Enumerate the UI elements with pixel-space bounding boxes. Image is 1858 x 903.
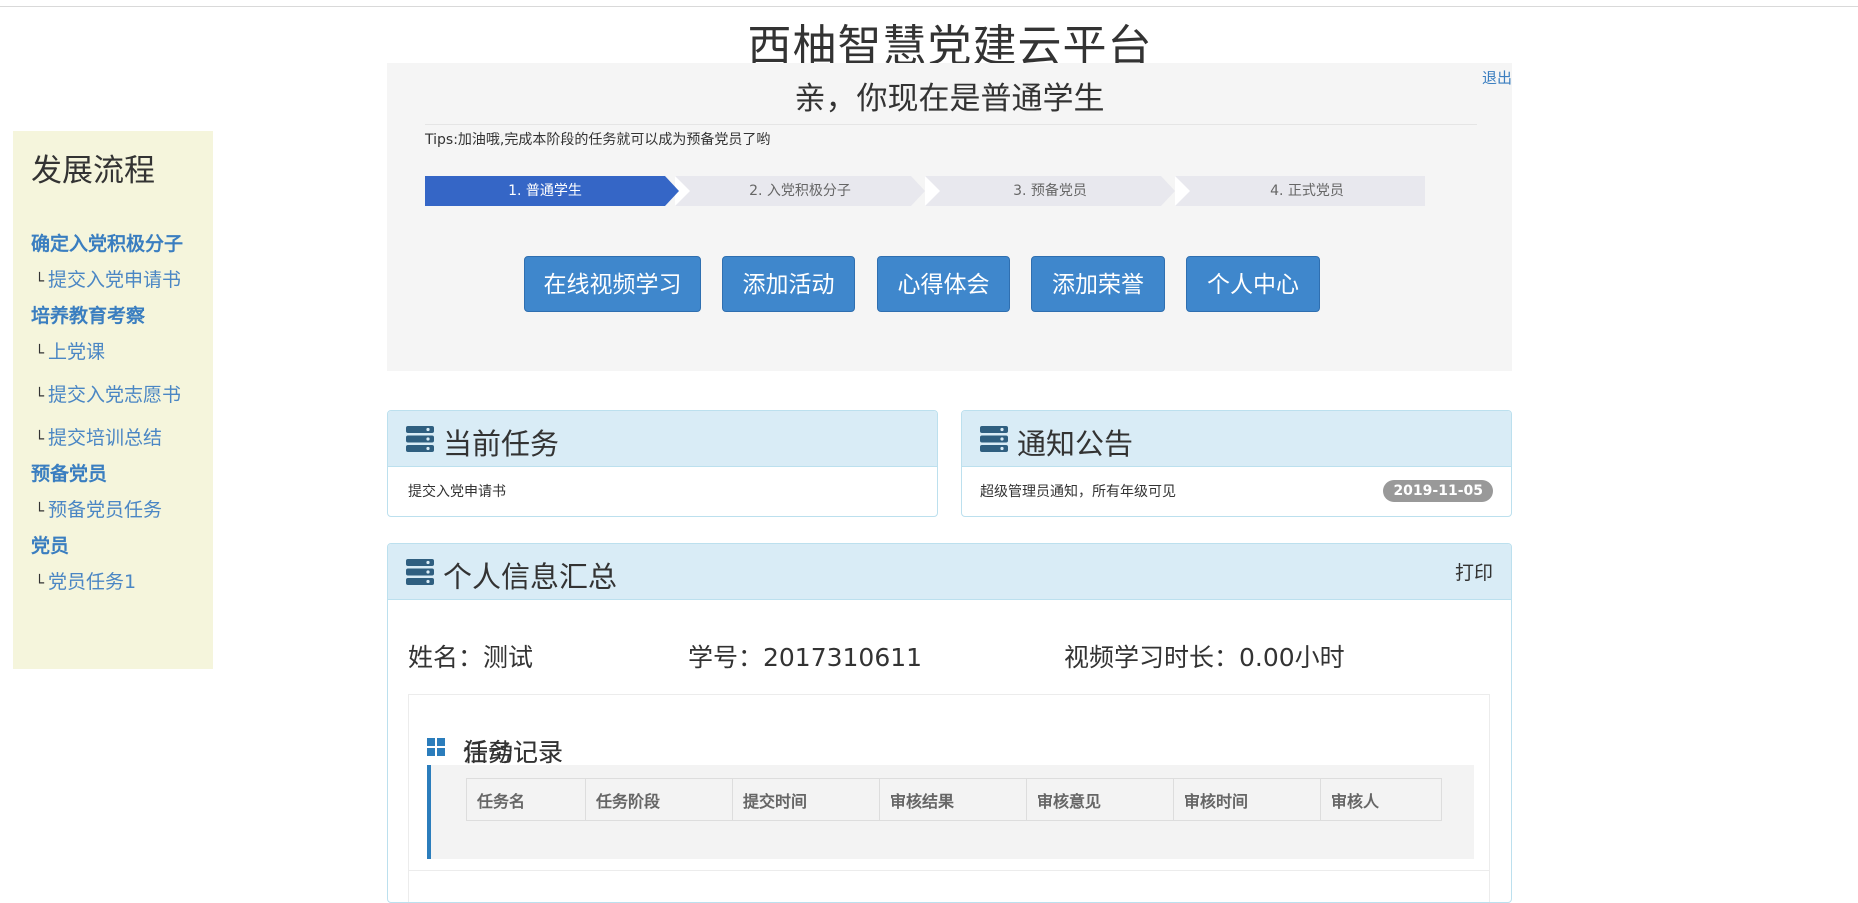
sidebar-stage-member[interactable]: 党员 (31, 532, 195, 561)
list-server-icon (406, 425, 434, 457)
table-header-cell: 提交时间 (732, 778, 880, 821)
task-record-box: 任务名 任务阶段 提交时间 审核结果 审核意见 审核时间 审核人 (427, 765, 1474, 859)
sidebar-stage-probationary[interactable]: 预备党员 (31, 460, 195, 489)
activity-record-title: 活动记录 (463, 738, 564, 767)
student-id: 学号：2017310611 (688, 643, 923, 672)
sidebar-item-label: 提交入党志愿书 (48, 384, 182, 406)
sidebar-item-member-task[interactable]: └ 党员任务1 (31, 561, 195, 604)
corner-icon: └ (35, 344, 45, 362)
records-section: 任务记录 任务名 任务阶段 提交时间 审核结果 审核意见 审核时间 审核人 活动… (408, 694, 1490, 902)
add-activity-button[interactable]: 添加活动 (722, 256, 855, 312)
sidebar-item-party-class[interactable]: └ 上党课 (31, 331, 195, 374)
panel-header: 通知公告 (962, 411, 1511, 467)
sidebar-title: 发展流程 (31, 153, 155, 189)
panel-title: 通知公告 (1017, 427, 1134, 461)
step-activist: 2. 入党积极分子 (675, 176, 925, 206)
personal-center-button[interactable]: 个人中心 (1186, 256, 1320, 312)
print-button[interactable]: 打印 (1455, 558, 1493, 585)
online-video-button[interactable]: 在线视频学习 (524, 256, 701, 312)
sidebar-item-volunteer-letter[interactable]: └ 提交入党志愿书 (31, 374, 195, 417)
list-server-icon (406, 558, 434, 590)
step-probationary: 3. 预备党员 (925, 176, 1175, 206)
panel-header: 当前任务 (388, 411, 937, 467)
top-divider (0, 6, 1858, 7)
development-process-sidebar: 发展流程 确定入党积极分子 └ 提交入党申请书 培养教育考察 └ 上党课 └ 提交入党… (13, 131, 213, 669)
current-task-item[interactable]: 提交入党申请书 (408, 481, 506, 501)
sidebar-item-label: 党员任务1 (48, 571, 137, 593)
grid-icon (427, 733, 445, 762)
sidebar-item-submit-application[interactable]: └ 提交入党申请书 (31, 259, 195, 302)
table-header-row: 任务名 任务阶段 提交时间 审核结果 审核意见 审核时间 审核人 (466, 778, 1442, 821)
panel-title: 个人信息汇总 (443, 560, 618, 594)
corner-icon: └ (35, 574, 45, 592)
notice-panel: 通知公告 超级管理员通知，所有年级可见 2019-11-05 (961, 410, 1512, 517)
step-normal-student: 1. 普通学生 (425, 176, 679, 206)
personal-summary-panel: 个人信息汇总 打印 姓名：测试 学号：2017310611 视频学习时长：0.0… (387, 543, 1512, 903)
student-name: 姓名：测试 (408, 643, 534, 672)
task-record-table: 任务名 任务阶段 提交时间 审核结果 审核意见 审核时间 审核人 (466, 778, 1442, 821)
sidebar-item-label: 预备党员任务 (48, 499, 163, 521)
corner-icon: └ (35, 272, 45, 290)
records-divider (409, 870, 1489, 871)
video-duration: 视频学习时长：0.00小时 (1064, 643, 1345, 672)
panel-header: 个人信息汇总 打印 (388, 544, 1511, 600)
sidebar-item-probationary-task[interactable]: └ 预备党员任务 (31, 489, 195, 532)
table-header-cell: 审核人 (1320, 778, 1442, 821)
add-honor-button[interactable]: 添加荣誉 (1031, 256, 1165, 312)
progress-steps: 1. 普通学生 2. 入党积极分子 3. 预备党员 4. 正式党员 (425, 176, 1425, 206)
reflection-button[interactable]: 心得体会 (877, 256, 1010, 312)
banner-divider (425, 124, 1477, 125)
corner-icon: └ (35, 502, 45, 520)
table-header-cell: 任务名 (466, 778, 586, 821)
table-header-cell: 任务阶段 (585, 778, 733, 821)
notice-item[interactable]: 超级管理员通知，所有年级可见 (980, 481, 1176, 501)
date-badge: 2019-11-05 (1383, 480, 1493, 502)
sidebar-item-label: 提交入党申请书 (48, 269, 182, 291)
sidebar-item-label: 上党课 (48, 341, 106, 363)
list-server-icon (980, 425, 1008, 457)
table-header-cell: 审核时间 (1173, 778, 1321, 821)
sidebar-item-label: 提交培训总结 (48, 427, 163, 449)
sidebar-stage-training[interactable]: 培养教育考察 (31, 302, 195, 331)
panel-title: 当前任务 (443, 427, 560, 461)
step-separator (1175, 176, 1190, 206)
step-separator (925, 176, 940, 206)
tips-text: Tips:加油哦,完成本阶段的任务就可以成为预备党员了哟 (425, 132, 771, 148)
corner-icon: └ (35, 430, 45, 448)
table-header-cell: 审核意见 (1026, 778, 1174, 821)
corner-icon: └ (35, 387, 45, 405)
sidebar-stage-activist[interactable]: 确定入党积极分子 (31, 230, 195, 259)
step-full-member: 4. 正式党员 (1175, 176, 1425, 206)
sidebar-item-training-summary[interactable]: └ 提交培训总结 (31, 417, 195, 460)
current-task-panel: 当前任务 提交入党申请书 (387, 410, 938, 517)
table-header-cell: 审核结果 (879, 778, 1027, 821)
role-title: 亲，你现在是普通学生 (794, 81, 1105, 117)
status-banner: 退出 亲，你现在是普通学生 Tips:加油哦,完成本阶段的任务就可以成为预备党员… (387, 63, 1512, 371)
